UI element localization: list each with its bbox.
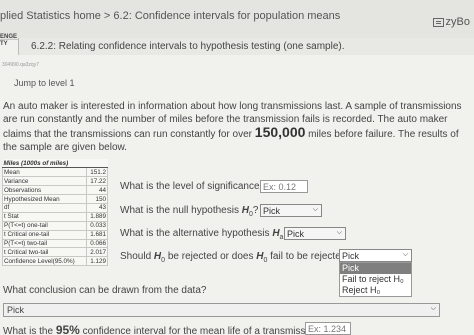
dropdown-option[interactable]: Pick [340, 263, 411, 274]
results-table: Miles (1000s of miles) Mean 151.2 Variance… [2, 159, 109, 267]
row-value: 0.033 [85, 220, 109, 231]
table-row: t Critical two-tail 2.017 [2, 247, 109, 258]
top-bar: plied Statistics home > 6.2: Confidence … [0, 0, 474, 40]
row-label: P(T<=t) two-tail [2, 238, 87, 249]
breadcrumb[interactable]: plied Statistics home > 6.2: Confidence … [0, 10, 340, 22]
table-row: P(T<=t) one-tail 0.033 [2, 220, 109, 231]
row-value: 1.889 [85, 211, 109, 222]
row-value: 1.681 [85, 229, 109, 240]
reject-question: Should H0 be rejected or does H0 fail to… [120, 251, 352, 264]
null-hypothesis-select[interactable]: Pick ⌵ [260, 204, 322, 217]
table-row: P(T<=t) two-tail 0.066 [2, 238, 109, 249]
dropdown-option[interactable]: Fail to reject H₀ [340, 274, 411, 285]
reject-select[interactable]: Pick ⌵ [339, 249, 412, 262]
row-label: t Critical two-tail [2, 247, 87, 258]
significance-input[interactable]: Ex: 0.12 [260, 180, 308, 193]
row-label: P(T<=t) one-tail [2, 220, 87, 231]
row-value: 0.066 [85, 238, 109, 249]
conclusion-select[interactable]: Pick ⌵ [3, 303, 440, 317]
row-value: 151.2 [85, 167, 109, 178]
row-value: 44 [85, 185, 109, 196]
chevron-down-icon: ⌵ [312, 206, 318, 213]
brand-logo[interactable]: zyBo [446, 16, 470, 28]
claim-number: 150,000 [254, 124, 306, 140]
table-header: Miles (1000s of miles) [2, 159, 108, 169]
table-row: t Stat 1.889 [2, 211, 109, 222]
row-label: Confidence Level(95.0%) [2, 256, 87, 267]
table-row: Confidence Level(95.0%) 1.129 [2, 256, 109, 267]
table-row: Variance 17.22 [2, 176, 109, 187]
side-label: ENGE TY [0, 34, 18, 47]
row-label: Mean [2, 167, 87, 178]
row-label: t Critical one-tail [2, 229, 87, 240]
chevron-down-icon: ⌵ [430, 305, 436, 312]
book-icon[interactable] [433, 18, 444, 27]
table-row: Hypothesized Mean 150 [2, 194, 109, 204]
section-header: 6.2.2: Relating confidence intervals to … [18, 38, 474, 55]
table-row: t Critical one-tail 1.681 [2, 229, 109, 240]
row-label: t Stat [2, 211, 87, 222]
row-value: 150 [85, 194, 109, 204]
alt-hypothesis-select[interactable]: Pick ⌵ [284, 227, 346, 240]
ci-question: What is the 95% confidence interval for … [3, 323, 325, 335]
jump-to-level[interactable]: Jump to level 1 [14, 78, 75, 88]
table-row: df 43 [2, 202, 109, 213]
table-row: Observations 44 [2, 185, 109, 196]
null-hypothesis-question: What is the null hypothesis H0? [120, 205, 259, 218]
chevron-down-icon: ⌵ [402, 251, 408, 258]
significance-question: What is the level of significance? [120, 181, 266, 192]
activity-id: 304990.qa3zqy7 [2, 62, 39, 68]
row-label: Variance [2, 176, 87, 187]
row-label: Hypothesized Mean [2, 194, 87, 204]
row-label: Observations [2, 185, 87, 196]
conclusion-question: What conclusion can be drawn from the da… [3, 285, 207, 296]
row-value: 1.129 [85, 256, 109, 267]
ci-input[interactable]: Ex: 1.234 [305, 322, 351, 335]
section-title: 6.2.2: Relating confidence intervals to … [31, 41, 345, 52]
row-value: 17.22 [85, 176, 109, 187]
table-row: Mean 151.2 [2, 167, 109, 178]
alt-hypothesis-question: What is the alternative hypothesis Ha? [120, 228, 289, 241]
row-value: 2.017 [85, 247, 109, 258]
reject-dropdown-list[interactable]: Pick Fail to reject H₀ Reject H₀ [339, 262, 412, 297]
row-value: 43 [85, 202, 109, 213]
chevron-down-icon: ⌵ [336, 229, 342, 236]
dropdown-option[interactable]: Reject H₀ [340, 285, 411, 296]
row-label: df [2, 202, 87, 213]
problem-statement: An auto maker is interested in informati… [3, 101, 462, 153]
